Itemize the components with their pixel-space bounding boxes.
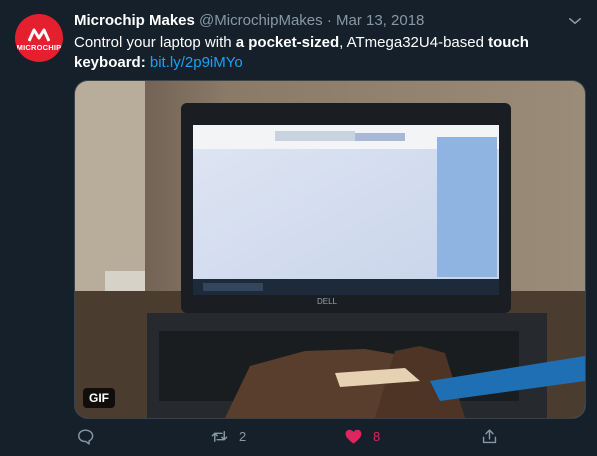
share-icon [482, 429, 497, 444]
tweet-actions: 2 8 [0, 420, 597, 456]
heart-icon [345, 429, 362, 444]
tweet-header: Microchip Makes @MicrochipMakes · Mar 13… [74, 11, 424, 31]
tweet-text-part: , ATmega32U4-based [339, 34, 489, 51]
tweet-date[interactable]: Mar 13, 2018 [336, 12, 424, 29]
like-button[interactable]: 8 [344, 427, 380, 446]
author-name[interactable]: Microchip Makes [74, 12, 195, 29]
gif-frame-image: DELL [75, 81, 585, 418]
tweet-link[interactable]: bit.ly/2p9iMYo [150, 54, 243, 71]
gif-badge: GIF [83, 388, 115, 408]
avatar-logo-text: MICROCHIP [16, 43, 62, 52]
retweet-icon [211, 431, 228, 442]
retweet-count: 2 [239, 429, 247, 444]
separator-dot: · [326, 12, 332, 29]
retweet-button[interactable]: 2 [210, 427, 246, 446]
tweet-text: Control your laptop with a pocket-sized,… [74, 33, 574, 73]
media-gif[interactable]: DELL GIF [74, 80, 586, 419]
tweet-text-part: a pocket-sized [235, 34, 340, 51]
avatar[interactable]: MICROCHIP [15, 14, 63, 62]
tweet-card[interactable]: MICROCHIP Microchip Makes @MicrochipMake… [0, 0, 597, 456]
author-handle[interactable]: @MicrochipMakes [199, 12, 323, 29]
share-button[interactable] [480, 427, 509, 446]
reply-icon [78, 429, 94, 445]
laptop-brand-label: DELL [317, 297, 338, 306]
like-count: 8 [373, 429, 381, 444]
tweet-text-part: Control your laptop with [74, 34, 236, 51]
chevron-down-icon[interactable] [566, 12, 584, 30]
reply-button[interactable] [76, 427, 105, 446]
microchip-logo-icon [28, 28, 50, 42]
